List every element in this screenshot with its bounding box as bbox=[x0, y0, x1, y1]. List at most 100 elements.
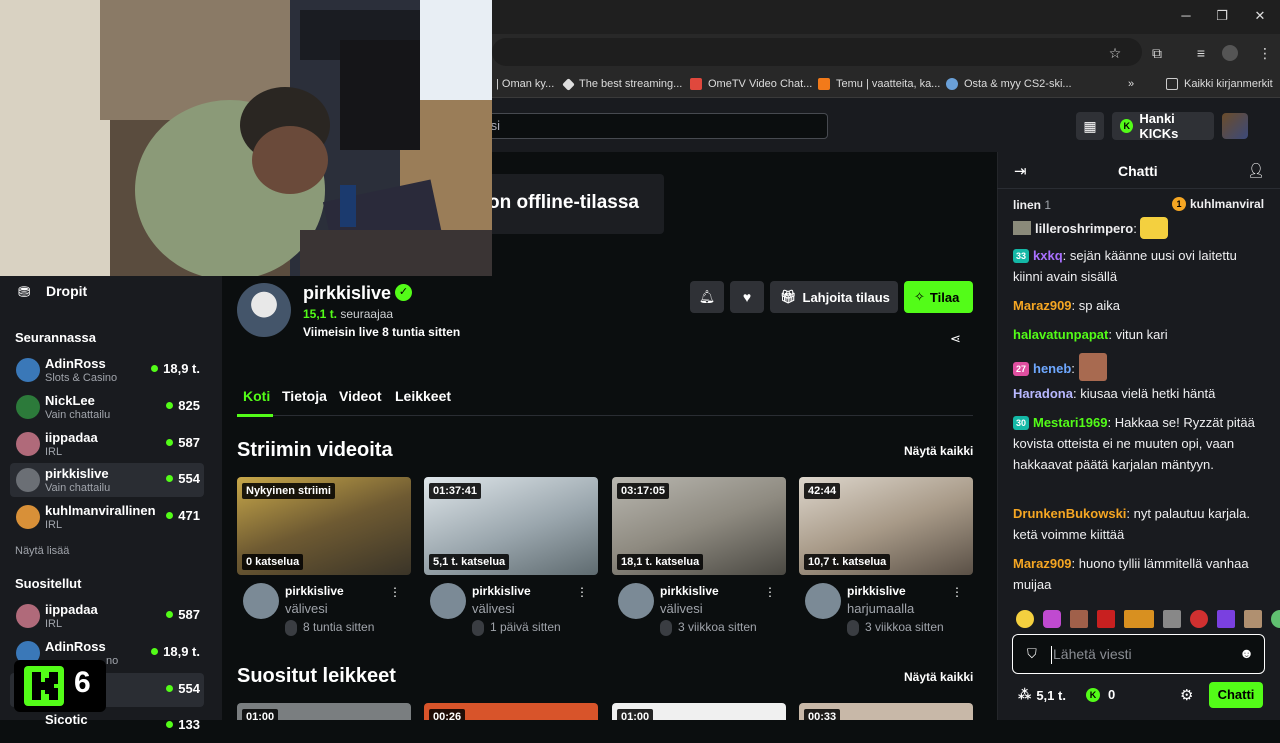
sidebar-item-iippadaa[interactable]: iippadaa IRL 587 bbox=[10, 599, 204, 633]
tab-videos[interactable]: Videot bbox=[339, 388, 382, 404]
recommended-heading: Suositellut bbox=[15, 576, 82, 591]
more-options-icon[interactable]: ⋮ bbox=[951, 585, 963, 599]
clips-section-title: Suositut leikkeet bbox=[237, 665, 396, 687]
emote-icon[interactable] bbox=[1271, 610, 1280, 628]
kick-overlay-logo: 6 bbox=[14, 660, 106, 712]
video-card[interactable]: 01:37:41 5,1 t. katselua pirkkislive väl… bbox=[424, 477, 598, 636]
profile-icon[interactable] bbox=[1222, 45, 1238, 61]
maximize-icon[interactable]: ❐ bbox=[1214, 8, 1230, 24]
kicks-balance[interactable]: K0 bbox=[1086, 687, 1115, 702]
clip-thumbnail[interactable]: 00:33 bbox=[799, 703, 973, 720]
kicks-coin-icon: K bbox=[1120, 119, 1134, 133]
live-dot-icon bbox=[166, 402, 174, 409]
chat-settings-icon[interactable]: ⚙ bbox=[1180, 686, 1193, 704]
chat-message: 33 kxkq: sejän käänne uusi ovi laitettu k… bbox=[1013, 248, 1237, 284]
more-options-icon[interactable]: ⋮ bbox=[389, 585, 401, 599]
avatar[interactable] bbox=[805, 583, 841, 619]
bookmark-item[interactable]: Osta & myy CS2-ski... bbox=[946, 76, 1072, 92]
bookmark-item[interactable]: The best streaming... bbox=[562, 76, 682, 92]
chat-send-button[interactable]: Chatti bbox=[1209, 682, 1263, 708]
sidebar-item-nicklee[interactable]: NickLee Vain chattailu 825 bbox=[10, 390, 204, 424]
user-avatar[interactable] bbox=[1222, 113, 1248, 139]
gift-icon: 🎁︎ bbox=[780, 289, 797, 304]
more-options-icon[interactable]: ⋮ bbox=[764, 585, 776, 599]
address-bar[interactable] bbox=[492, 38, 1142, 66]
emote-icon[interactable] bbox=[1217, 610, 1235, 628]
sidebar-item-iippadaa[interactable]: iippadaa IRL 587 bbox=[10, 427, 204, 461]
avatar bbox=[16, 468, 40, 492]
minimize-icon[interactable]: ─ bbox=[1178, 8, 1194, 24]
collapse-chat-icon[interactable]: ⇥ bbox=[1014, 162, 1027, 180]
extensions-icon[interactable]: ⧉ bbox=[1148, 44, 1166, 62]
tab-about[interactable]: Tietoja bbox=[282, 388, 327, 404]
layout-toggle-button[interactable]: ▦ bbox=[1076, 112, 1104, 140]
search-input[interactable]: tsi bbox=[478, 113, 828, 139]
clips-show-all-link[interactable]: Näytä kaikki bbox=[904, 670, 973, 684]
subscribe-button[interactable]: ✧ Tilaa bbox=[904, 281, 973, 313]
bookmark-item[interactable]: Temu | vaatteita, ka... bbox=[818, 76, 940, 92]
video-card[interactable]: Nykyinen striimi 0 katselua pirkkislive … bbox=[237, 477, 411, 636]
channel-avatar[interactable] bbox=[237, 283, 291, 337]
emote-icon[interactable] bbox=[1016, 610, 1034, 628]
sidebar-item-adinross[interactable]: AdinRoss Slots & Casino 18,9 t. bbox=[10, 353, 204, 387]
emote-icon[interactable] bbox=[1244, 610, 1262, 628]
bookmark-item[interactable]: | Oman ky... bbox=[496, 76, 554, 92]
chat-input[interactable]: ⛉ Lähetä viesti ☻ bbox=[1012, 634, 1265, 674]
more-options-icon[interactable]: ⋮ bbox=[576, 585, 588, 599]
videos-show-all-link[interactable]: Näytä kaikki bbox=[904, 444, 973, 458]
emote-icon[interactable] bbox=[1097, 610, 1115, 628]
avatar bbox=[16, 432, 40, 456]
live-dot-icon bbox=[151, 648, 159, 655]
chat-users-icon[interactable]: 👤︎ bbox=[1247, 162, 1265, 179]
video-card[interactable]: 03:17:05 18,1 t. katselua pirkkislive vä… bbox=[612, 477, 786, 636]
avatar[interactable] bbox=[243, 583, 279, 619]
badge-icon bbox=[1013, 221, 1031, 235]
sidebar-item-pirkkislive[interactable]: pirkkislive Vain chattailu 554 bbox=[10, 463, 204, 497]
emote-icon[interactable] bbox=[1070, 610, 1088, 628]
clip-thumbnail[interactable]: 01:00 bbox=[237, 703, 411, 720]
sidebar-item-sicotic[interactable]: Sicotic 133 bbox=[10, 709, 204, 743]
last-live-text: Viimeisin live 8 tuntia sitten bbox=[303, 325, 461, 339]
pinned-gifter: linen 1 bbox=[1013, 198, 1052, 212]
avatar[interactable] bbox=[618, 583, 654, 619]
tab-clips[interactable]: Leikkeet bbox=[395, 388, 451, 404]
clip-thumbnail[interactable]: 01:00 bbox=[612, 703, 786, 720]
avatar[interactable] bbox=[430, 583, 466, 619]
emote-icon[interactable] bbox=[1043, 610, 1061, 628]
bookmark-item[interactable]: OmeTV Video Chat... bbox=[690, 76, 812, 92]
video-thumbnail[interactable]: 03:17:05 18,1 t. katselua bbox=[612, 477, 786, 575]
chat-message: 27 heneb: bbox=[1013, 353, 1269, 381]
live-dot-icon bbox=[151, 365, 159, 372]
bell-icon: 🔔︎ bbox=[698, 289, 716, 304]
chat-message: lilleroshrimpero: bbox=[1013, 217, 1269, 239]
show-more-link[interactable]: Näytä lisää bbox=[15, 545, 69, 557]
media-controls-icon[interactable]: ≡ bbox=[1192, 44, 1210, 62]
notification-bell-button[interactable]: 🔔︎ bbox=[690, 281, 724, 313]
sidebar-item-kuhlmanvirallinen[interactable]: kuhlmanvirallinen IRL 471 bbox=[10, 500, 204, 534]
get-kicks-button[interactable]: K Hanki KICKs bbox=[1112, 111, 1214, 141]
emoji-icon[interactable]: ☻ bbox=[1239, 645, 1254, 661]
video-thumbnail[interactable]: Nykyinen striimi 0 katselua bbox=[237, 477, 411, 575]
emote-icon[interactable] bbox=[1124, 610, 1154, 628]
share-icon[interactable]: ⋖ bbox=[950, 331, 961, 347]
video-thumbnail[interactable]: 42:44 10,7 t. katselua bbox=[799, 477, 973, 575]
kicks-coin-icon: K bbox=[1086, 687, 1100, 702]
viewers-icon: ⁂ bbox=[1018, 687, 1032, 702]
emote-icon[interactable] bbox=[1163, 610, 1181, 628]
browser-menu-icon[interactable]: ⋮ bbox=[1256, 44, 1274, 62]
tab-home[interactable]: Koti bbox=[243, 388, 270, 404]
follow-button[interactable]: ♥ bbox=[730, 281, 764, 313]
bookmarks-overflow-icon[interactable]: » bbox=[1128, 76, 1134, 92]
gift-sub-button[interactable]: 🎁︎ Lahjoita tilaus bbox=[770, 281, 898, 313]
all-bookmarks[interactable]: Kaikki kirjanmerkit bbox=[1166, 76, 1273, 92]
offline-banner: on offline-tilassa bbox=[478, 174, 664, 234]
shield-icon[interactable]: ⛉ bbox=[1027, 646, 1037, 662]
video-card[interactable]: 42:44 10,7 t. katselua pirkkislive harju… bbox=[799, 477, 973, 636]
close-window-icon[interactable]: ✕ bbox=[1252, 8, 1268, 24]
video-thumbnail[interactable]: 01:37:41 5,1 t. katselua bbox=[424, 477, 598, 575]
bookmark-star-icon[interactable]: ☆ bbox=[1106, 44, 1124, 62]
emote-icon[interactable] bbox=[1190, 610, 1208, 628]
chat-message: Maraz909: huono tyllii lämmitellä vanhaa… bbox=[1013, 556, 1249, 592]
clip-thumbnail[interactable]: 00:26 bbox=[424, 703, 598, 720]
drops-link[interactable]: Dropit bbox=[46, 283, 87, 299]
